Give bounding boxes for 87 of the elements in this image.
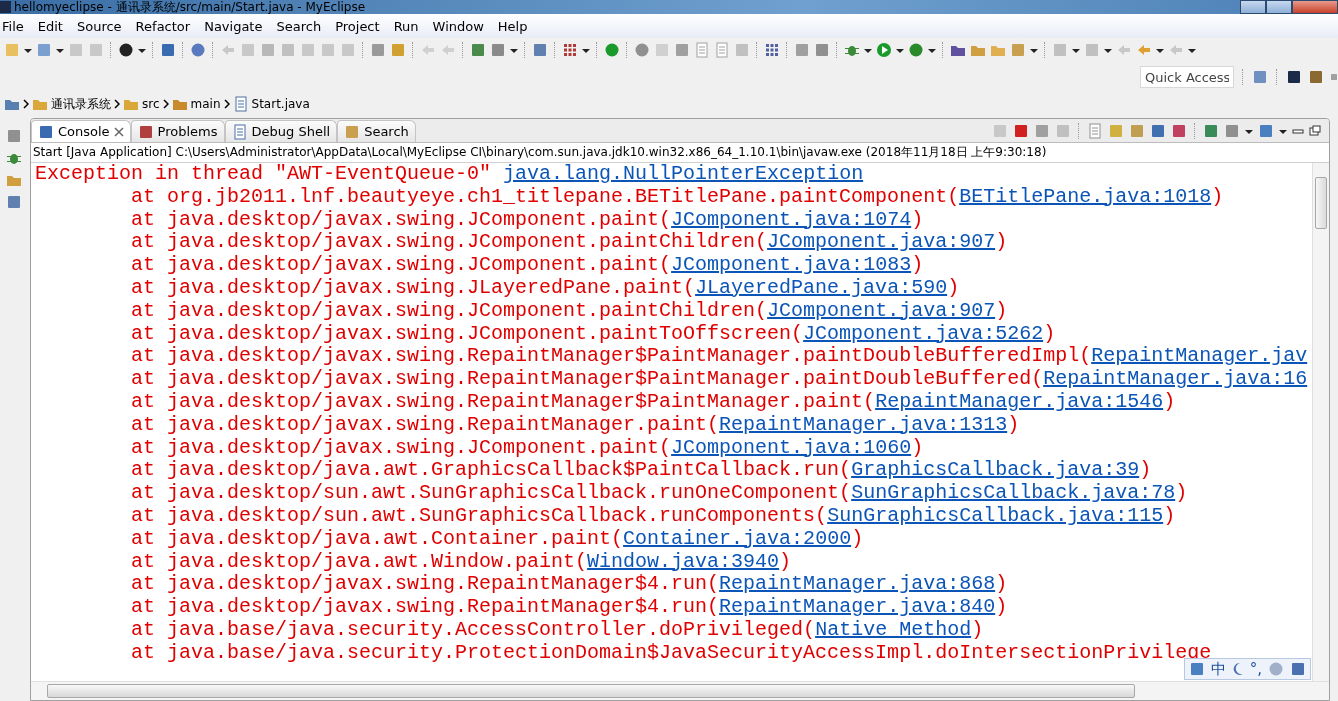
- run-icon[interactable]: [876, 42, 892, 58]
- scrollbar-thumb[interactable]: [1315, 177, 1327, 229]
- chevron-icon: [162, 99, 169, 109]
- stack-trace-line: at java.desktop/javax.swing.JComponent.paintChildren(JComponent.java:907): [130, 299, 1009, 323]
- stack-trace-line: at java.desktop/java.awt.GraphicsCallback$PaintCallback.run(GraphicsCallback.java:39): [130, 459, 1153, 483]
- stack-trace-line: at java.desktop/javax.swing.RepaintManager.paint(RepaintManager.java:1313): [130, 413, 1021, 437]
- stack-trace-line: at java.desktop/sun.awt.SunGraphicsCallback.runComponents(SunGraphicsCallback.java:115): [130, 504, 1177, 528]
- document-icon[interactable]: [694, 42, 710, 58]
- app-icon: [0, 1, 11, 13]
- source-link[interactable]: RepaintManager.jav: [1091, 344, 1308, 368]
- menu-item[interactable]: Run: [387, 18, 427, 34]
- source-link[interactable]: JComponent.java:1060: [671, 435, 912, 459]
- source-link[interactable]: RepaintManager.java:1313: [719, 412, 1008, 436]
- stack-trace-line: at java.base/java.security.ProtectionDomain$JavaSecurityAccessImpl.doIntersectionPrivilege: [130, 641, 1212, 664]
- stack-trace-line: at java.desktop/javax.swing.RepaintManager$PaintManager.paint(RepaintManager.java:1546): [130, 390, 1177, 414]
- source-link[interactable]: RepaintManager.java:16: [1043, 367, 1308, 391]
- breadcrumb-item[interactable]: src: [142, 97, 160, 111]
- input-mode[interactable]: 中: [1210, 659, 1226, 679]
- stack-trace-line: at java.desktop/javax.swing.JComponent.paintToOffscreen(JComponent.java:5262): [130, 322, 1057, 346]
- source-link[interactable]: RepaintManager.java:840: [719, 595, 996, 619]
- stop-icon[interactable]: [260, 42, 276, 58]
- close-icon[interactable]: [113, 126, 124, 137]
- source-link[interactable]: JComponent.java:5262: [803, 321, 1044, 345]
- source-link[interactable]: Container.java:2000: [623, 526, 852, 550]
- source-link[interactable]: RepaintManager.java:1546: [875, 389, 1164, 413]
- view-tab[interactable]: Search: [337, 120, 416, 142]
- menu-item[interactable]: Navigate: [198, 18, 271, 34]
- menu-item[interactable]: Source: [70, 18, 130, 34]
- terminate-icon[interactable]: [1013, 122, 1029, 139]
- stack-trace-line: at java.desktop/java.awt.Container.paint(Container.java:2000): [130, 527, 865, 551]
- stack-trace-line: at org.jb2011.lnf.beautyeye.ch1_titlepane.BETitlePane.paintComponent(BETitlePane.java:1018): [130, 185, 1225, 209]
- moon-icon[interactable]: [1231, 662, 1244, 676]
- source-link[interactable]: SunGraphicsCallback.java:78: [851, 481, 1176, 505]
- stack-trace-line: at java.desktop/sun.awt.SunGraphicsCallback.runOneComponent(SunGraphicsCallback.java:78): [130, 482, 1189, 505]
- source-link[interactable]: BETitlePane.java:1018: [959, 184, 1212, 208]
- stack-trace-line: at java.desktop/javax.swing.RepaintManager$4.run(RepaintManager.java:868): [130, 573, 1009, 597]
- source-link[interactable]: JLayeredPane.java:590: [695, 276, 948, 299]
- source-link[interactable]: GraphicsCallback.java:39: [851, 458, 1140, 482]
- chevron-icon: [114, 99, 120, 109]
- menu-item[interactable]: File: [0, 18, 32, 34]
- breadcrumb-item[interactable]: 通讯录系统: [51, 95, 111, 113]
- menu-item[interactable]: Search: [270, 18, 330, 34]
- source-link[interactable]: JComponent.java:1074: [671, 207, 912, 231]
- maximize-icon[interactable]: [1309, 124, 1321, 137]
- source-link[interactable]: Native Method: [815, 617, 972, 641]
- menu-item[interactable]: Help: [491, 18, 536, 34]
- source-link[interactable]: JComponent.java:1083: [671, 253, 912, 277]
- horizontal-scrollbar[interactable]: [31, 681, 1329, 700]
- stack-trace-line: at java.desktop/javax.swing.JLayeredPane.paint(JLayeredPane.java:590): [130, 277, 961, 300]
- minimize-button[interactable]: [1240, 0, 1266, 14]
- menu-item[interactable]: Edit: [31, 18, 71, 34]
- document-icon[interactable]: [714, 42, 730, 58]
- exception-line: Exception in thread "AWT-EventQueue-0" java.lang.NullPointerException: [35, 163, 865, 186]
- view-tab[interactable]: Debug Shell: [224, 120, 338, 142]
- menu-item[interactable]: Refactor: [129, 18, 199, 34]
- maximize-button[interactable]: [1266, 0, 1292, 14]
- chevron-icon: [223, 99, 230, 109]
- console-header: Start [Java Application] C:\Users\Administrator\AppData\Local\MyEclipse CI\binary\com.sun.java.jdk10.win32.x86_64_1.10.1\bin\javaw.exe (2018年11月18日 上午9:30:18): [33, 144, 1047, 161]
- source-link[interactable]: Window.java:3940: [587, 549, 780, 573]
- grid-icon[interactable]: [562, 42, 578, 58]
- source-link[interactable]: SunGraphicsCallback.java:115: [827, 503, 1164, 527]
- stack-trace-line: at java.desktop/javax.swing.RepaintManager$PaintManager.paintDoubleBuffered(RepaintManager.java:16: [130, 368, 1309, 391]
- source-link[interactable]: JComponent.java:907: [767, 298, 996, 322]
- stack-trace-line: at java.desktop/javax.swing.JComponent.paintChildren(JComponent.java:907): [130, 231, 1009, 255]
- quick-access-field[interactable]: Quick Access: [1140, 66, 1234, 88]
- stack-trace-line: at java.desktop/javax.swing.JComponent.paint(JComponent.java:1074): [130, 208, 925, 232]
- menu-item[interactable]: Project: [329, 18, 388, 34]
- view-tab[interactable]: Problems: [130, 120, 225, 142]
- breadcrumb-item[interactable]: Start.java: [251, 97, 310, 111]
- window-title: hellomyeclipse - 通讯录系统/src/main/Start.java - MyEclipse: [14, 0, 366, 14]
- breadcrumb-item[interactable]: main: [190, 97, 221, 111]
- stack-trace-line: at java.base/java.security.AccessController.doPrivileged(Native Method): [130, 618, 985, 642]
- stack-trace-line: at java.desktop/javax.swing.JComponent.paint(JComponent.java:1060): [130, 436, 925, 460]
- menu-item[interactable]: Window: [426, 18, 492, 34]
- vertical-scrollbar[interactable]: [1312, 163, 1329, 681]
- punctuation-mode[interactable]: °,: [1249, 660, 1262, 678]
- close-button[interactable]: [1292, 0, 1338, 14]
- stack-trace-line: at java.desktop/javax.swing.JComponent.paint(JComponent.java:1083): [130, 254, 925, 277]
- view-tab[interactable]: Console: [31, 120, 131, 142]
- source-link[interactable]: java.lang.NullPointerException: [503, 163, 864, 185]
- stack-trace-line: at java.desktop/javax.swing.RepaintManager$4.run(RepaintManager.java:840): [130, 596, 1009, 619]
- scrollbar-thumb[interactable]: [47, 684, 1135, 698]
- chevron-icon: [23, 99, 29, 109]
- stack-trace-line: at java.desktop/javax.swing.RepaintManager$PaintManager.paintDoubleBufferedImpl(RepaintManager.jav: [130, 345, 1309, 369]
- stack-trace-line: at java.desktop/java.awt.Window.paint(Window.java:3940): [130, 550, 793, 574]
- source-link[interactable]: JComponent.java:907: [767, 230, 996, 254]
- source-link[interactable]: RepaintManager.java:868: [719, 572, 996, 596]
